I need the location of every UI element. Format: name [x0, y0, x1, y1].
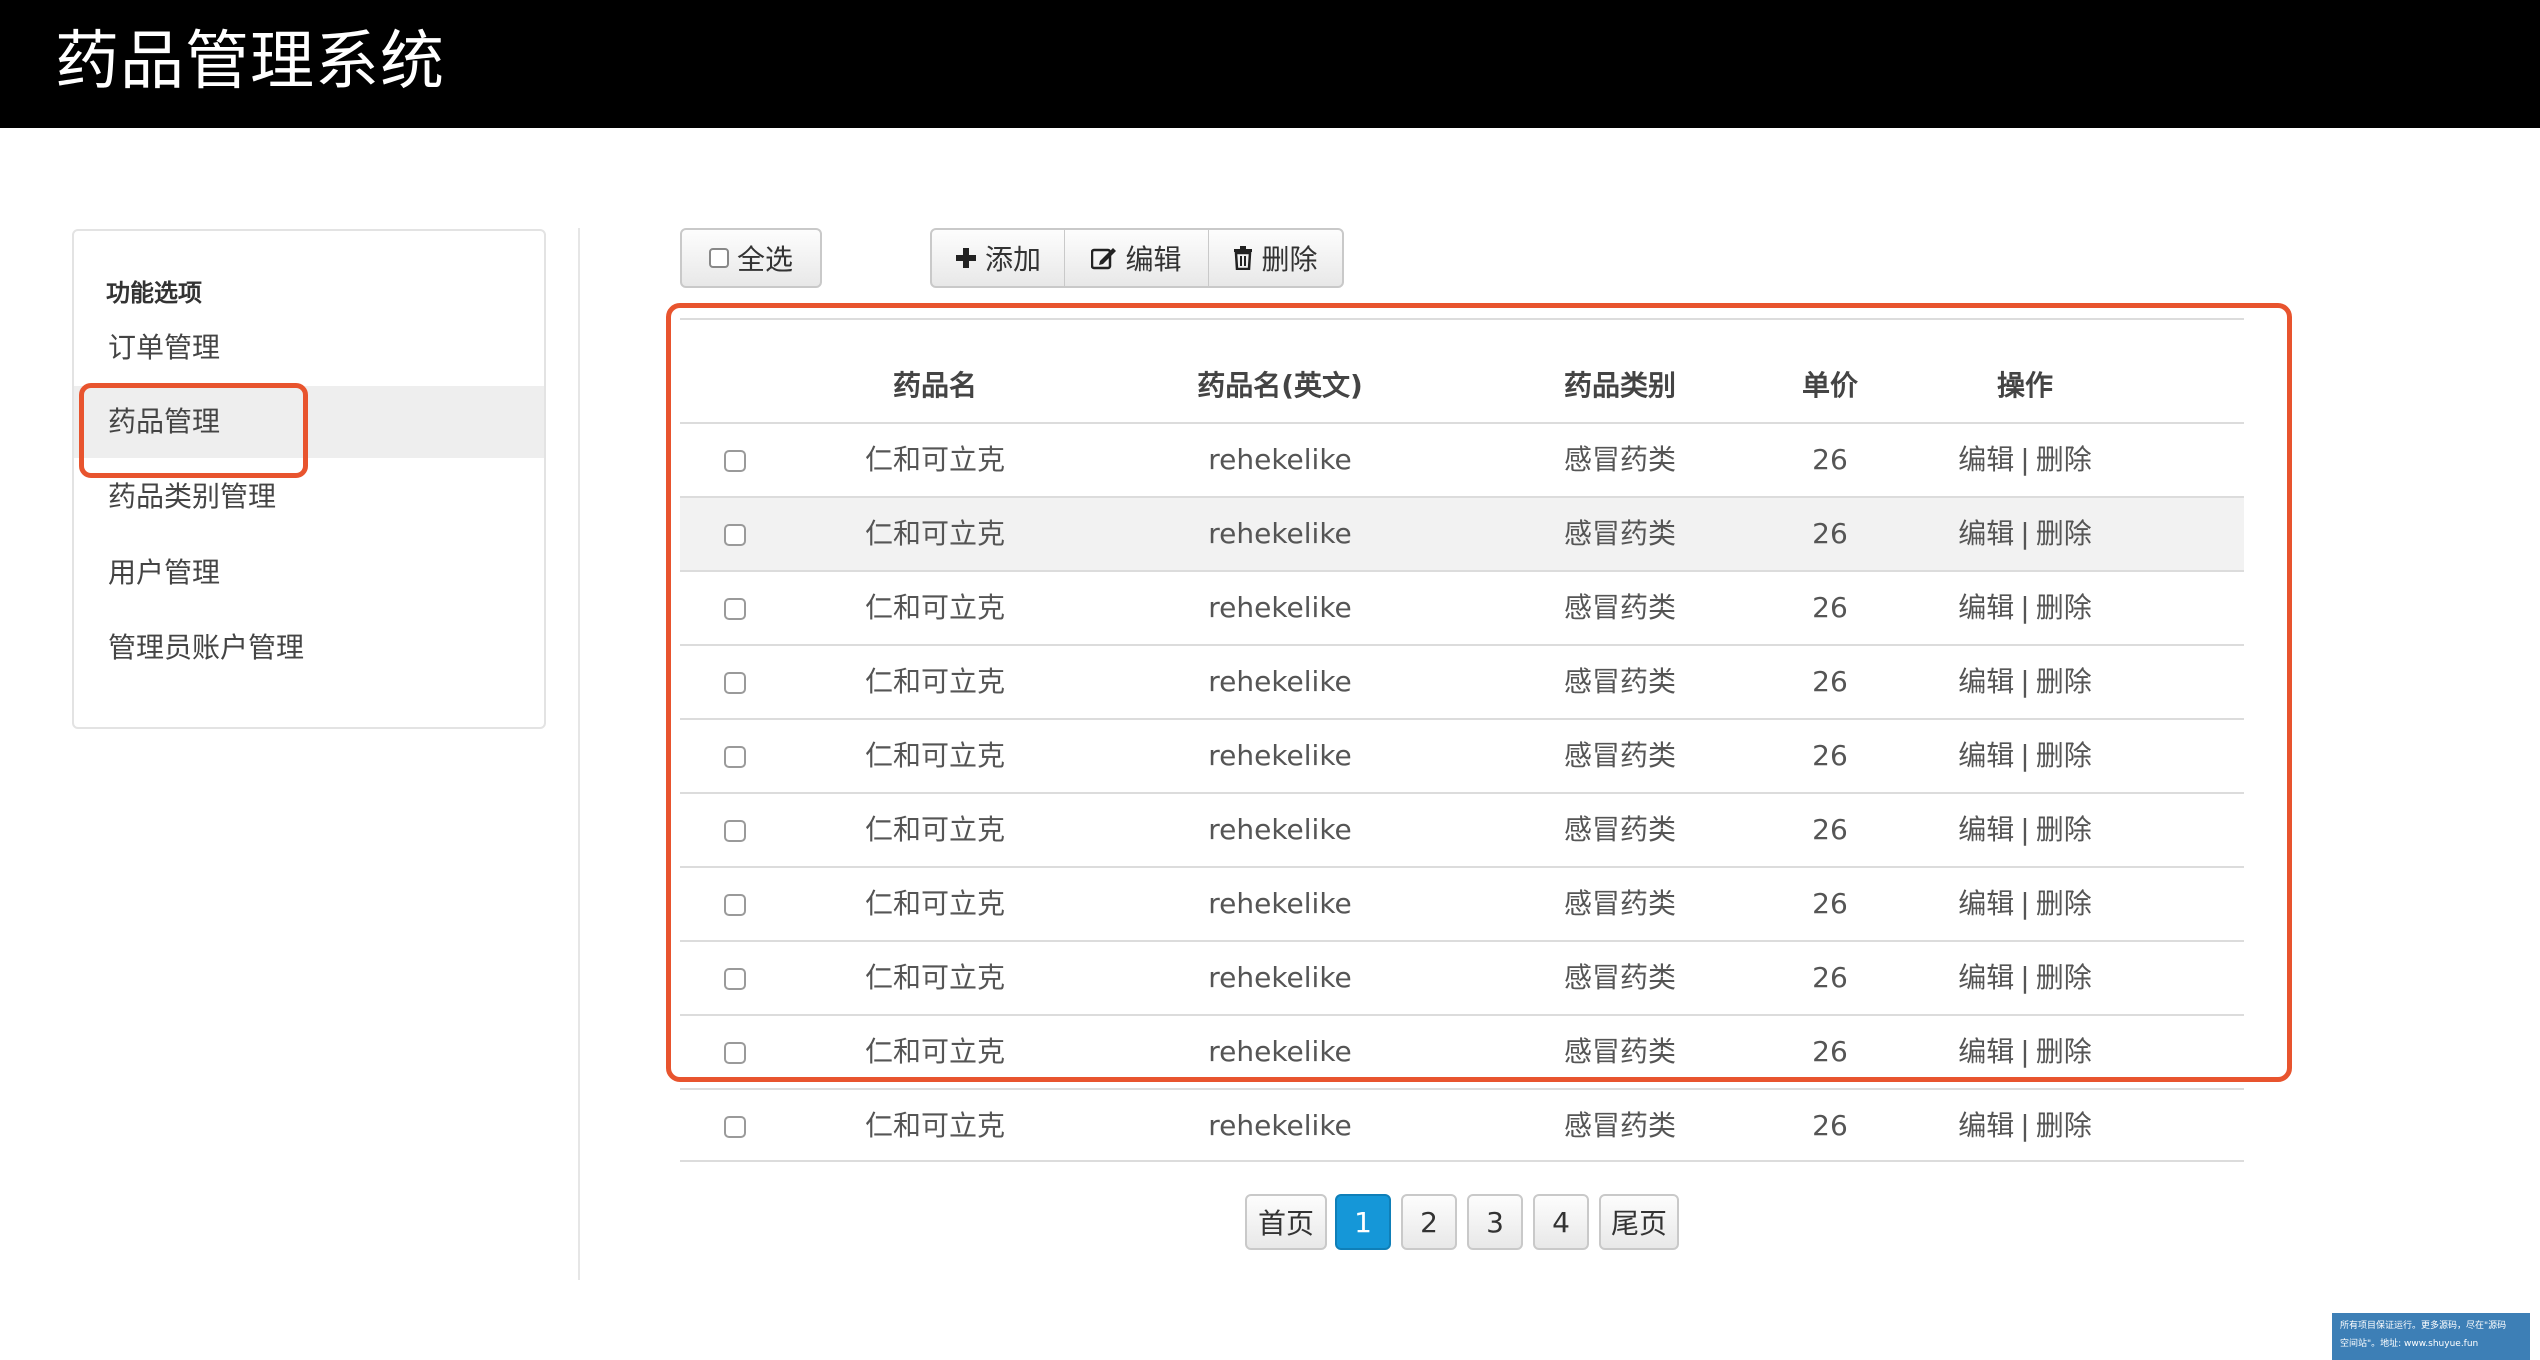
edit-button[interactable]: 编辑 — [1064, 228, 1210, 288]
sidebar-active-highlight — [79, 383, 308, 478]
sidebar-header: 功能选项 — [106, 279, 202, 307]
action-separator: | — [2020, 1109, 2030, 1142]
delete-button[interactable]: 删除 — [1208, 228, 1344, 288]
pagination-page-1[interactable]: 1 — [1335, 1194, 1391, 1250]
cell-price: 26 — [1812, 1109, 1848, 1142]
row-edit-link[interactable]: 编辑 — [1958, 1109, 2014, 1142]
pagination-page-3[interactable]: 3 — [1467, 1194, 1523, 1250]
select-all-button[interactable]: 全选 — [680, 228, 822, 288]
trash-icon — [1233, 246, 1253, 270]
watermark-line-2: 空间站"。地址: www.shuyue.fun — [2340, 1339, 2479, 1349]
table-row: 仁和可立克 rehekelike 感冒药类 26 编辑 | 删除 — [680, 1088, 2244, 1162]
sidebar-item-users[interactable]: 用户管理 — [74, 537, 544, 609]
pagination-last[interactable]: 尾页 — [1599, 1194, 1679, 1250]
row-checkbox[interactable] — [724, 1116, 746, 1138]
pagination-first[interactable]: 首页 — [1245, 1194, 1327, 1250]
row-delete-link[interactable]: 删除 — [2036, 1109, 2092, 1142]
edit-label: 编辑 — [1125, 243, 1182, 276]
vertical-divider — [578, 228, 580, 1280]
sidebar: 功能选项 订单管理 药品管理 药品类别管理 用户管理 管理员账户管理 — [72, 229, 546, 729]
select-all-label: 全选 — [736, 243, 793, 276]
watermark: 所有项目保证运行。更多源码，尽在"源码 空间站"。地址: www.shuyue.… — [2332, 1313, 2530, 1360]
add-button[interactable]: 添加 — [930, 228, 1066, 288]
checkbox-icon — [708, 248, 729, 268]
cell-drug-name: 仁和可立克 — [864, 1109, 1005, 1142]
app-title: 药品管理系统 — [55, 25, 445, 99]
cell-actions: 编辑 | 删除 — [1880, 1090, 2170, 1162]
pagination-page-2[interactable]: 2 — [1401, 1194, 1457, 1250]
delete-label: 删除 — [1261, 243, 1318, 276]
cell-category: 感冒药类 — [1563, 1109, 1676, 1142]
sidebar-item-admin-accounts[interactable]: 管理员账户管理 — [74, 612, 544, 684]
add-label: 添加 — [984, 243, 1041, 276]
watermark-line-1: 所有项目保证运行。更多源码，尽在"源码 — [2340, 1321, 2507, 1331]
top-bar: 药品管理系统 — [0, 0, 2540, 128]
cell-drug-name-en: rehekelike — [1208, 1109, 1352, 1142]
edit-icon — [1091, 246, 1117, 270]
plus-icon — [955, 247, 977, 269]
sidebar-item-orders[interactable]: 订单管理 — [74, 312, 544, 384]
pagination-page-4[interactable]: 4 — [1533, 1194, 1589, 1250]
table-highlight-box — [666, 303, 2292, 1082]
